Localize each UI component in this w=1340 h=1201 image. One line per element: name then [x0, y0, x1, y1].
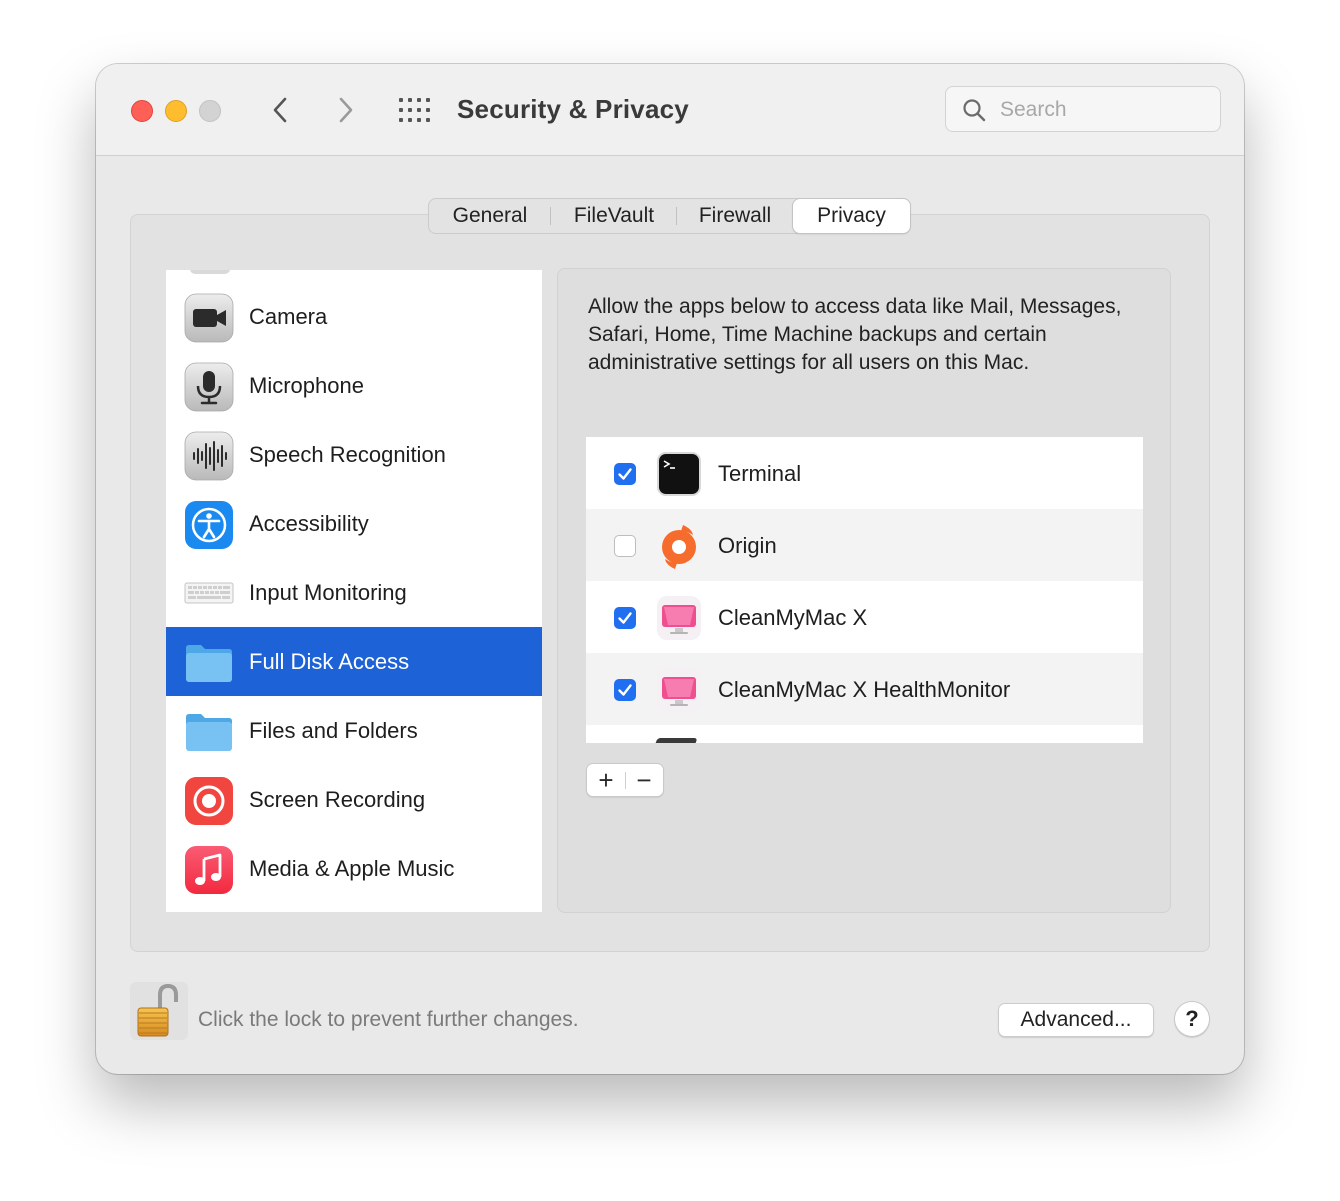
- search-field[interactable]: [945, 86, 1221, 132]
- add-remove-control: + −: [586, 763, 664, 797]
- folder-icon: [186, 645, 232, 682]
- screen-recording-icon: [185, 777, 233, 825]
- app-row-terminal[interactable]: Terminal: [586, 437, 1143, 509]
- sidebar-item-media-apple-music[interactable]: Media & Apple Music: [166, 834, 542, 903]
- privacy-category-list[interactable]: Camera Microphone Speech Recognition Acc…: [166, 270, 542, 912]
- origin-icon: [662, 525, 696, 569]
- sidebar-item-label: Screen Recording: [249, 787, 426, 812]
- checkmark-icon: [618, 468, 632, 480]
- title-bar: Security & Privacy: [96, 64, 1244, 156]
- lock-status-text: Click the lock to prevent further change…: [198, 1008, 579, 1031]
- tab-privacy[interactable]: Privacy: [793, 199, 910, 233]
- app-row-origin[interactable]: Origin: [586, 509, 1143, 581]
- app-list[interactable]: Terminal Origin CleanMyMac X CleanMyMac …: [586, 437, 1143, 743]
- keyboard-icon: [184, 582, 234, 604]
- sidebar-item-camera[interactable]: Camera: [166, 282, 542, 351]
- sidebar-item-speech-recognition[interactable]: Speech Recognition: [166, 420, 542, 489]
- cleanmymac-icon: [657, 668, 701, 712]
- add-app-button[interactable]: +: [587, 764, 625, 796]
- sidebar-item-full-disk-access[interactable]: Full Disk Access: [166, 627, 542, 696]
- chevron-right-icon: [339, 97, 353, 123]
- sidebar-item-label: Microphone: [249, 373, 364, 398]
- back-button[interactable]: [266, 94, 296, 126]
- sidebar-item-microphone[interactable]: Microphone: [166, 351, 542, 420]
- app-row-cleanmymac[interactable]: CleanMyMac X: [586, 581, 1143, 653]
- forward-button[interactable]: [330, 94, 360, 126]
- tab-firewall[interactable]: Firewall: [677, 199, 793, 233]
- tab-filevault[interactable]: FileVault: [551, 199, 677, 233]
- app-checkbox[interactable]: [614, 679, 636, 701]
- accessibility-icon: [185, 501, 233, 549]
- remove-app-button[interactable]: −: [625, 764, 663, 796]
- app-name: Origin: [718, 533, 777, 558]
- camera-icon: [184, 293, 234, 343]
- tab-bar: General FileVault Firewall Privacy: [428, 198, 911, 234]
- sidebar-item-input-monitoring[interactable]: Input Monitoring: [166, 558, 542, 627]
- terminal-icon: [657, 452, 701, 496]
- chevron-left-icon: [273, 97, 287, 123]
- unlocked-padlock-icon[interactable]: [130, 982, 188, 1040]
- microphone-icon: [184, 362, 234, 412]
- advanced-button[interactable]: Advanced...: [998, 1003, 1154, 1037]
- app-checkbox[interactable]: [614, 535, 636, 557]
- scrolled-item-stub: [190, 270, 230, 274]
- preferences-window: Security & Privacy General FileVault Fir…: [96, 64, 1244, 1074]
- window-title: Security & Privacy: [457, 94, 689, 124]
- music-note-icon: [185, 846, 233, 894]
- checkmark-icon: [618, 612, 632, 624]
- sidebar-item-label: Camera: [249, 304, 328, 329]
- sidebar-item-label: Accessibility: [249, 511, 369, 536]
- cleanmymac-icon: [657, 596, 701, 640]
- sidebar-item-accessibility[interactable]: Accessibility: [166, 489, 542, 558]
- app-row-cleanmymac-healthmonitor[interactable]: CleanMyMac X HealthMonitor: [586, 653, 1143, 725]
- sidebar-item-label: Files and Folders: [249, 718, 418, 743]
- app-checkbox[interactable]: [614, 607, 636, 629]
- help-button[interactable]: ?: [1174, 1001, 1210, 1037]
- app-checkbox[interactable]: [614, 463, 636, 485]
- speech-recognition-icon: [184, 431, 234, 481]
- detail-panel: Allow the apps below to access data like…: [557, 268, 1171, 913]
- checkmark-icon: [618, 684, 632, 696]
- close-button[interactable]: [131, 100, 153, 122]
- sidebar-item-label: Full Disk Access: [249, 649, 410, 674]
- folder-icon: [186, 714, 232, 751]
- show-all-button[interactable]: [398, 97, 432, 123]
- sidebar-item-label: Media & Apple Music: [249, 856, 455, 881]
- search-icon: [963, 99, 986, 122]
- panel-description: Allow the apps below to access data like…: [588, 295, 1122, 374]
- sidebar-item-files-and-folders[interactable]: Files and Folders: [166, 696, 542, 765]
- app-name: Terminal: [718, 461, 802, 486]
- search-input[interactable]: [998, 95, 1212, 125]
- tab-general[interactable]: General: [429, 199, 551, 233]
- sidebar-item-screen-recording[interactable]: Screen Recording: [166, 765, 542, 834]
- scrolled-row-stub: [654, 738, 698, 743]
- sidebar-item-label: Speech Recognition: [249, 442, 446, 467]
- sidebar-item-label: Input Monitoring: [249, 580, 407, 605]
- minimize-button[interactable]: [165, 100, 187, 122]
- app-name: CleanMyMac X: [718, 605, 868, 630]
- zoom-button[interactable]: [199, 100, 221, 122]
- show-all-grid-icon: [399, 98, 430, 122]
- app-name: CleanMyMac X HealthMonitor: [718, 677, 1011, 702]
